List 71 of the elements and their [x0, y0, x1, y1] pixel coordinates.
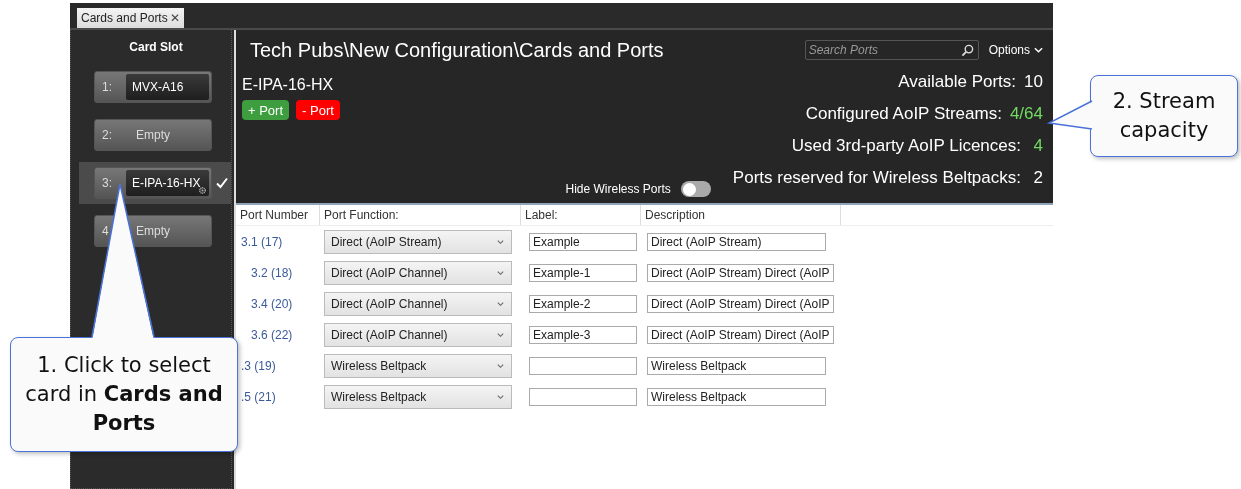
port-function-dropdown[interactable]: Direct (AoIP Channel): [324, 322, 512, 347]
label-field[interactable]: Example: [529, 232, 637, 251]
port-function-dropdown[interactable]: Wireless Beltpack: [324, 384, 512, 409]
options-menu[interactable]: Options: [988, 43, 1043, 57]
column-header: Port Function:: [320, 205, 521, 225]
caret-icon: [496, 238, 505, 245]
label-field[interactable]: Example-2: [529, 294, 637, 313]
slot-card-name: MVX-A16: [126, 74, 209, 100]
caret-icon: [496, 362, 505, 369]
stat-label: Configured AoIP Streams:: [805, 104, 1002, 124]
caret-icon: [1034, 47, 1043, 53]
stat-label: Available Ports:: [898, 72, 1017, 92]
port-button[interactable]: - Port: [296, 100, 340, 120]
slot-number: 2:: [101, 128, 113, 142]
label-field[interactable]: [529, 356, 637, 375]
toggle-label: Hide Wireless Ports: [565, 182, 671, 196]
card-slot-row[interactable]: 3: E-IPA-16-HX: [79, 162, 231, 204]
stat-value: 10: [1024, 72, 1043, 92]
column-header: Port Number: [236, 205, 320, 225]
description-field[interactable]: Direct (AoIP Stream) Direct (AoIP: [647, 325, 834, 344]
tab[interactable]: Cards and Ports ✕: [77, 8, 184, 28]
description-field[interactable]: Direct (AoIP Stream): [647, 232, 826, 251]
stat-value: 4/64: [1009, 104, 1043, 124]
port-number: 3.4 (20): [250, 296, 293, 311]
search-icon[interactable]: [960, 44, 974, 57]
close-icon[interactable]: ✕: [169, 11, 180, 25]
slot-card-name: Empty: [135, 224, 170, 238]
toggle-switch[interactable]: [680, 181, 711, 197]
port-number: .5 (21): [241, 389, 276, 404]
sidebar-heading: Card Slot: [128, 40, 184, 54]
gear-icon[interactable]: [198, 186, 207, 195]
caret-icon: [496, 331, 505, 338]
card-name: E-IPA-16-HX: [242, 76, 335, 94]
callout: 2. Stream capacity: [1090, 75, 1238, 157]
slot-number: 3:: [101, 176, 113, 190]
card-slot-button[interactable]: 1: MVX-A16: [94, 71, 212, 103]
search-field[interactable]: Search Ports: [804, 40, 979, 60]
caret-icon: [496, 300, 505, 307]
stat-label: Ports reserved for Wireless Beltpacks:: [732, 168, 1021, 188]
column-header: Label:: [521, 205, 641, 225]
port-function-dropdown[interactable]: Direct (AoIP Stream): [324, 229, 512, 254]
stat-value: 4: [1032, 136, 1043, 156]
card-slot-row[interactable]: 2: Empty: [79, 114, 231, 156]
port-function-dropdown[interactable]: Direct (AoIP Channel): [324, 260, 512, 285]
caret-icon: [496, 269, 505, 276]
slot-number: 4: [101, 224, 110, 238]
label-field[interactable]: [529, 387, 637, 406]
card-slot-button[interactable]: 2: Empty: [94, 119, 212, 151]
label-field[interactable]: Example-3: [529, 325, 637, 344]
description-field[interactable]: Direct (AoIP Stream) Direct (AoIP: [647, 294, 834, 313]
port-number: 3.6 (22): [250, 327, 293, 342]
slot-number: 1:: [101, 80, 113, 94]
stat-value: 2: [1032, 168, 1043, 188]
slot-card-name: Empty: [135, 128, 170, 142]
description-field[interactable]: Wireless Beltpack: [647, 356, 826, 375]
card-slot-row[interactable]: 1: MVX-A16: [79, 66, 231, 108]
page-title: Tech Pubs\New Configuration\Cards and Ports: [250, 38, 665, 62]
description-field[interactable]: Direct (AoIP Stream) Direct (AoIP: [647, 263, 834, 282]
port-number: 3.1 (17): [241, 234, 283, 249]
label-field[interactable]: Example-1: [529, 263, 637, 282]
port-number: .3 (19): [241, 358, 276, 373]
check-icon: [216, 177, 228, 189]
card-slot-button[interactable]: 3: E-IPA-16-HX: [94, 167, 212, 199]
port-function-dropdown[interactable]: Direct (AoIP Channel): [324, 291, 512, 316]
port-function-dropdown[interactable]: Wireless Beltpack: [324, 353, 512, 378]
description-field[interactable]: Wireless Beltpack: [647, 387, 826, 406]
port-number: 3.2 (18): [250, 265, 293, 280]
stat-label: Used 3rd-party AoIP Licences:: [791, 136, 1021, 156]
caret-icon: [496, 393, 505, 400]
column-header: Description: [641, 205, 841, 225]
slot-card-name: E-IPA-16-HX: [126, 170, 209, 196]
